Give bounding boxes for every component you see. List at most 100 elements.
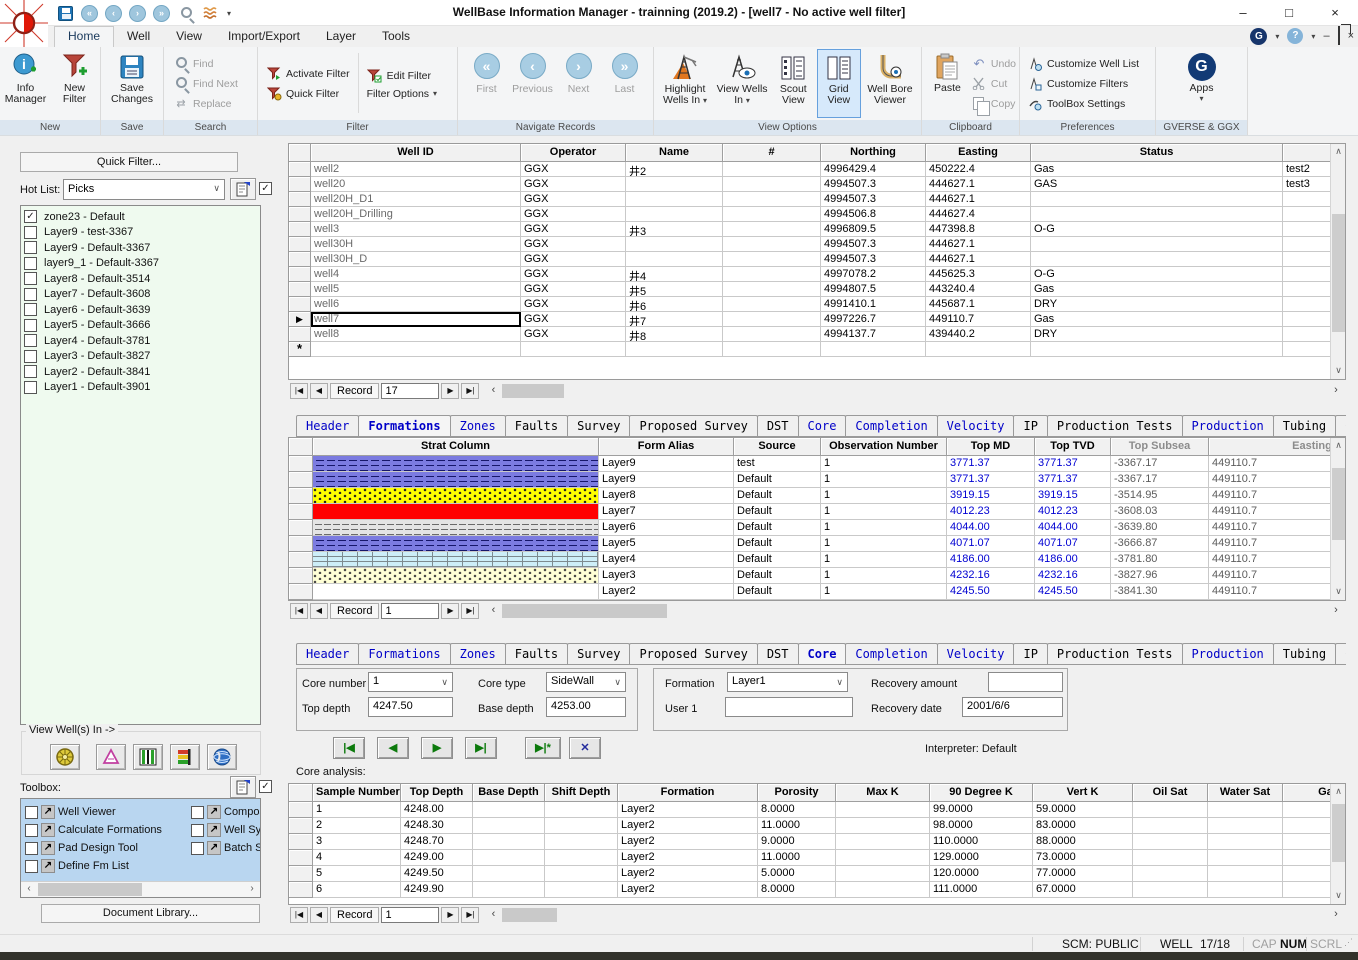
customize-well-list-button[interactable]: Customize Well List	[1027, 56, 1139, 72]
gverse-icon[interactable]: G	[1250, 28, 1267, 45]
scroll-left-icon[interactable]: ‹	[485, 603, 501, 619]
cell-top_md[interactable]: 3771.37	[947, 472, 1035, 488]
next-button[interactable]: ›Next	[556, 49, 602, 118]
mdi-minimize-icon[interactable]: –	[1323, 30, 1329, 42]
cell-porosity[interactable]: 9.0000	[758, 834, 836, 850]
cell-vert[interactable]: 88.0000	[1033, 834, 1133, 850]
pick-checkbox[interactable]: ✓	[24, 210, 37, 223]
cell-alias[interactable]: Layer6	[599, 520, 734, 536]
cell-easting[interactable]: 444627.1	[926, 192, 1031, 207]
column-header[interactable]: Name	[626, 144, 723, 162]
toolbox-item-checkbox[interactable]	[25, 806, 38, 819]
column-header[interactable]: Strat Column	[313, 438, 599, 456]
column-header[interactable]: Form Alias	[599, 438, 734, 456]
user1-input[interactable]	[725, 697, 853, 717]
replace-button[interactable]: ⇄Replace	[173, 96, 238, 112]
first-button[interactable]: «First	[464, 49, 510, 118]
cell-source[interactable]: Default	[734, 584, 821, 600]
cell-num[interactable]	[723, 162, 821, 177]
cell-deg90[interactable]: 99.0000	[930, 802, 1033, 818]
cell-obs[interactable]: 1	[821, 504, 947, 520]
cell-northing[interactable]: 4994506.8	[821, 207, 926, 222]
formation-row[interactable]: Layer9test13771.373771.37-3367.17449110.…	[289, 456, 1345, 472]
cell-deg90[interactable]: 98.0000	[930, 818, 1033, 834]
column-header[interactable]: Top MD	[947, 438, 1035, 456]
cell-top_tvd[interactable]: 4245.50	[1035, 584, 1111, 600]
row-selector[interactable]	[289, 207, 311, 222]
cell-water[interactable]	[1208, 866, 1283, 882]
well-row[interactable]: well20GGX4994507.3444627.1GAStest3	[289, 177, 1345, 192]
first-record-button[interactable]: |◀	[290, 603, 308, 619]
toolbox-hscrollbar[interactable]: ‹ ›	[21, 881, 260, 897]
tab-production-tests[interactable]: Production Tests	[1047, 643, 1183, 664]
column-header[interactable]: Easting	[926, 144, 1031, 162]
cell-status[interactable]	[1031, 237, 1283, 252]
cell-easting[interactable]: 449110.7	[1209, 456, 1331, 472]
cell-easting[interactable]: 444627.1	[926, 177, 1031, 192]
edit-filter-button[interactable]: Edit Filter	[367, 68, 437, 84]
cell-name[interactable]	[626, 237, 723, 252]
pick-checkbox[interactable]	[24, 350, 37, 363]
column-header-selector[interactable]	[289, 784, 313, 802]
view-in-log-button[interactable]	[133, 744, 163, 770]
cell-maxk[interactable]	[836, 882, 930, 898]
scroll-up-icon[interactable]: ∧	[1331, 784, 1346, 800]
formation-row[interactable]: Layer6Default14044.004044.00-3639.804491…	[289, 520, 1345, 536]
tab-production[interactable]: Production	[1182, 643, 1274, 664]
strat-pattern-cell[interactable]	[313, 536, 599, 552]
tab-formations[interactable]: Formations	[358, 643, 450, 664]
row-selector[interactable]	[289, 882, 313, 898]
cell-easting[interactable]: 449110.7	[1209, 520, 1331, 536]
strat-pattern-cell[interactable]	[313, 568, 599, 584]
copy-button[interactable]: Copy	[971, 96, 1016, 112]
cell-status[interactable]: O-G	[1031, 267, 1283, 282]
pick-checkbox[interactable]	[24, 272, 37, 285]
list-item-pick[interactable]: Layer9 - test-3367	[24, 225, 260, 241]
list-item-pick[interactable]: Layer9 - Default-3367	[24, 240, 260, 256]
row-selector[interactable]	[289, 536, 313, 552]
toolbox-settings-button[interactable]: ToolBox Settings	[1027, 96, 1139, 112]
activate-filter-button[interactable]: Activate Filter	[266, 66, 350, 82]
cell-empty[interactable]	[821, 342, 926, 357]
scroll-up-icon[interactable]: ∧	[1331, 144, 1346, 160]
scroll-left-icon[interactable]: ‹	[485, 907, 501, 923]
cell-water[interactable]	[1208, 834, 1283, 850]
list-item-pick[interactable]: Layer4 - Default-3781	[24, 333, 260, 349]
cell-gas[interactable]	[1283, 834, 1331, 850]
formation-row[interactable]: Layer2Default14245.504245.50-3841.304491…	[289, 584, 1345, 600]
base-depth-input[interactable]: 4253.00	[546, 697, 626, 717]
cell-shift[interactable]	[545, 834, 618, 850]
tab-proposed-survey[interactable]: Proposed Survey	[629, 415, 757, 436]
core-sample-row[interactable]: 64249.90Layer28.0000111.000067.0000	[289, 882, 1345, 898]
cell-alias[interactable]: Layer4	[599, 552, 734, 568]
cell-empty[interactable]	[1283, 342, 1331, 357]
cell-id[interactable]: well5	[311, 282, 521, 297]
cell-id[interactable]: well30H_D	[311, 252, 521, 267]
core-last-button[interactable]: ▶|	[465, 737, 497, 759]
prev-record-button[interactable]: ◀	[310, 907, 328, 923]
cell-num[interactable]	[723, 252, 821, 267]
column-header[interactable]: Vert K	[1033, 784, 1133, 802]
cell-obs[interactable]: 1	[821, 568, 947, 584]
tab-tubing[interactable]: Tubing	[1273, 415, 1336, 436]
tab-home[interactable]: Home	[54, 26, 114, 47]
toolbox-report-button[interactable]	[230, 776, 256, 798]
cell-sample[interactable]: 2	[313, 818, 401, 834]
cell-id[interactable]: well4	[311, 267, 521, 282]
toolbox-item-checkbox[interactable]	[25, 860, 38, 873]
pick-checkbox[interactable]	[24, 241, 37, 254]
cell-top[interactable]: 4249.00	[401, 850, 473, 866]
cell-obs[interactable]: 1	[821, 456, 947, 472]
list-item-pick[interactable]: Layer2 - Default-3841	[24, 364, 260, 380]
cell-id[interactable]: well8	[311, 327, 521, 342]
help-dropdown-icon[interactable]: ▾	[1311, 32, 1315, 41]
cell-easting[interactable]: 447398.8	[926, 222, 1031, 237]
cell-alias[interactable]: Layer9	[599, 456, 734, 472]
column-header[interactable]: Status	[1031, 144, 1283, 162]
cell-formation[interactable]: Layer2	[618, 866, 758, 882]
core-next-button[interactable]: ▶	[421, 737, 453, 759]
column-header[interactable]: Top Depth	[401, 784, 473, 802]
column-header[interactable]: Oil Sat	[1133, 784, 1208, 802]
cell-porosity[interactable]: 11.0000	[758, 818, 836, 834]
scroll-left-icon[interactable]: ‹	[485, 383, 501, 399]
